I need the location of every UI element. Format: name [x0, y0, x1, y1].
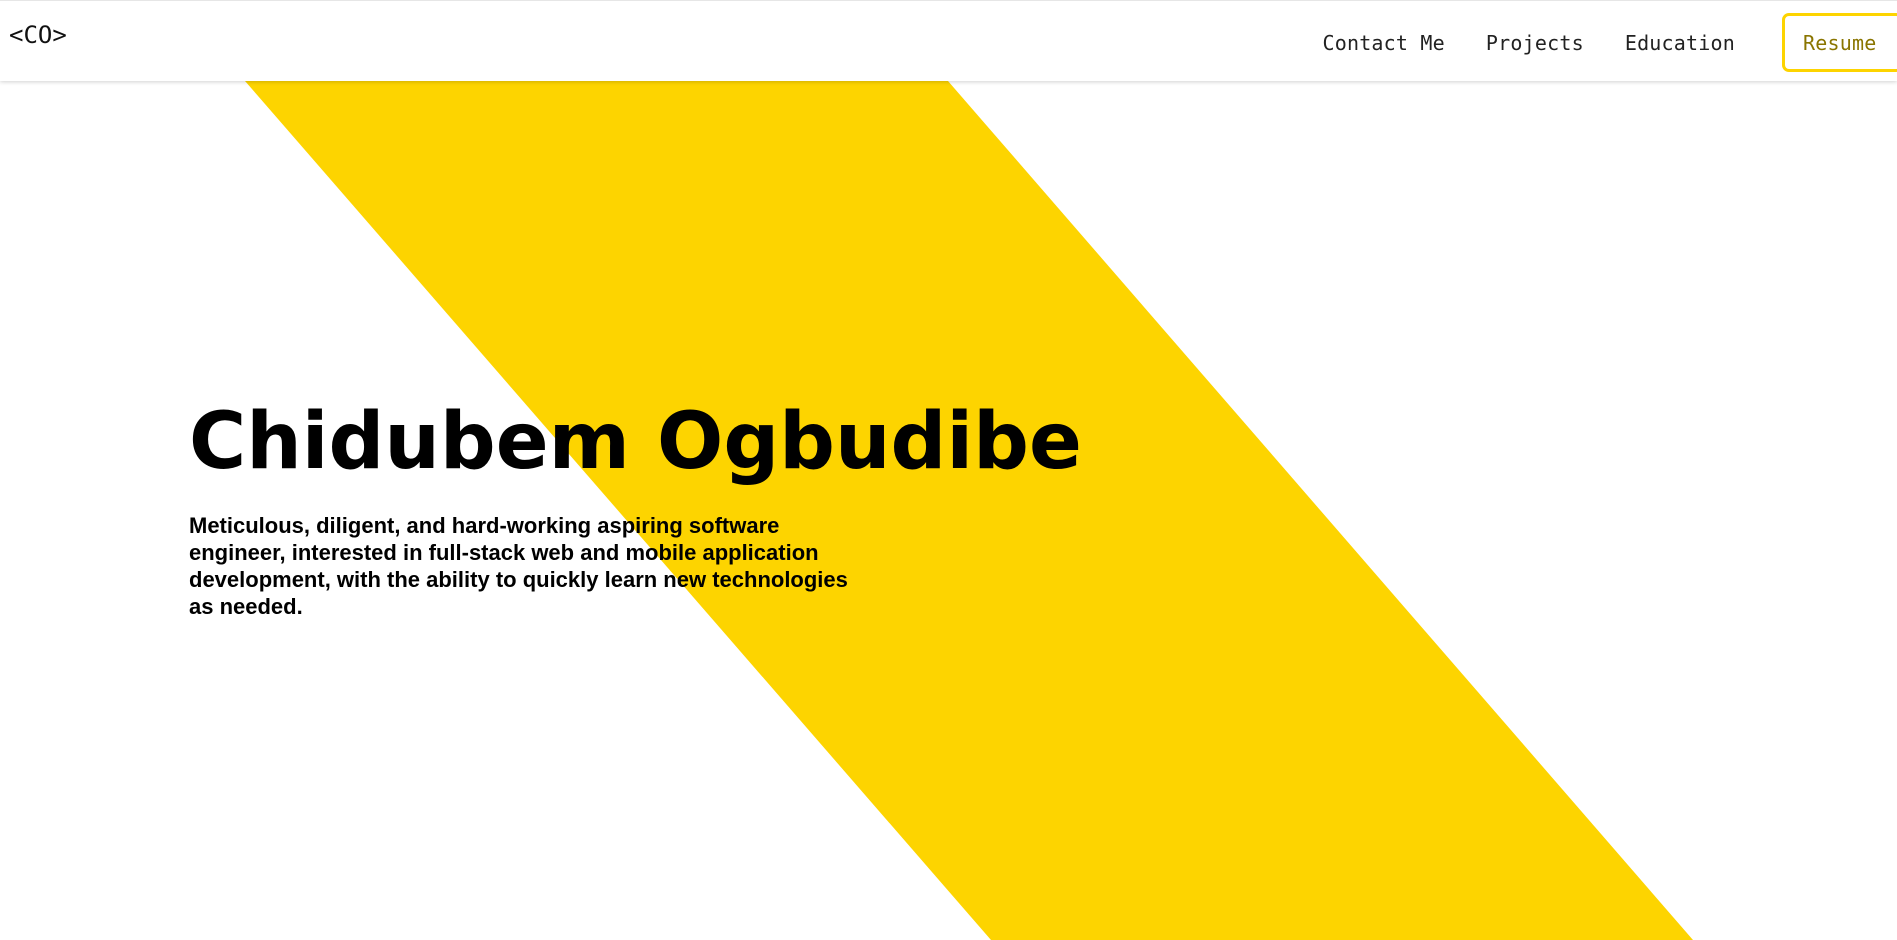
resume-button[interactable]: Resume	[1782, 13, 1897, 72]
nav-link-projects[interactable]: Projects	[1486, 31, 1584, 55]
top-navbar: <CO> Contact Me Projects Education Resum…	[0, 0, 1897, 81]
hero-section: Chidubem Ogbudibe Meticulous, diligent, …	[189, 392, 1082, 620]
site-logo[interactable]: <CO>	[9, 23, 67, 47]
nav-link-contact-me[interactable]: Contact Me	[1322, 31, 1444, 55]
hero-name: Chidubem Ogbudibe	[189, 397, 1082, 487]
portfolio-page: <CO> Contact Me Projects Education Resum…	[0, 0, 1897, 940]
nav-link-education[interactable]: Education	[1625, 31, 1735, 55]
hero-tagline: Meticulous, diligent, and hard-working a…	[189, 513, 848, 619]
nav-links: Contact Me Projects Education Resume	[1322, 13, 1897, 72]
